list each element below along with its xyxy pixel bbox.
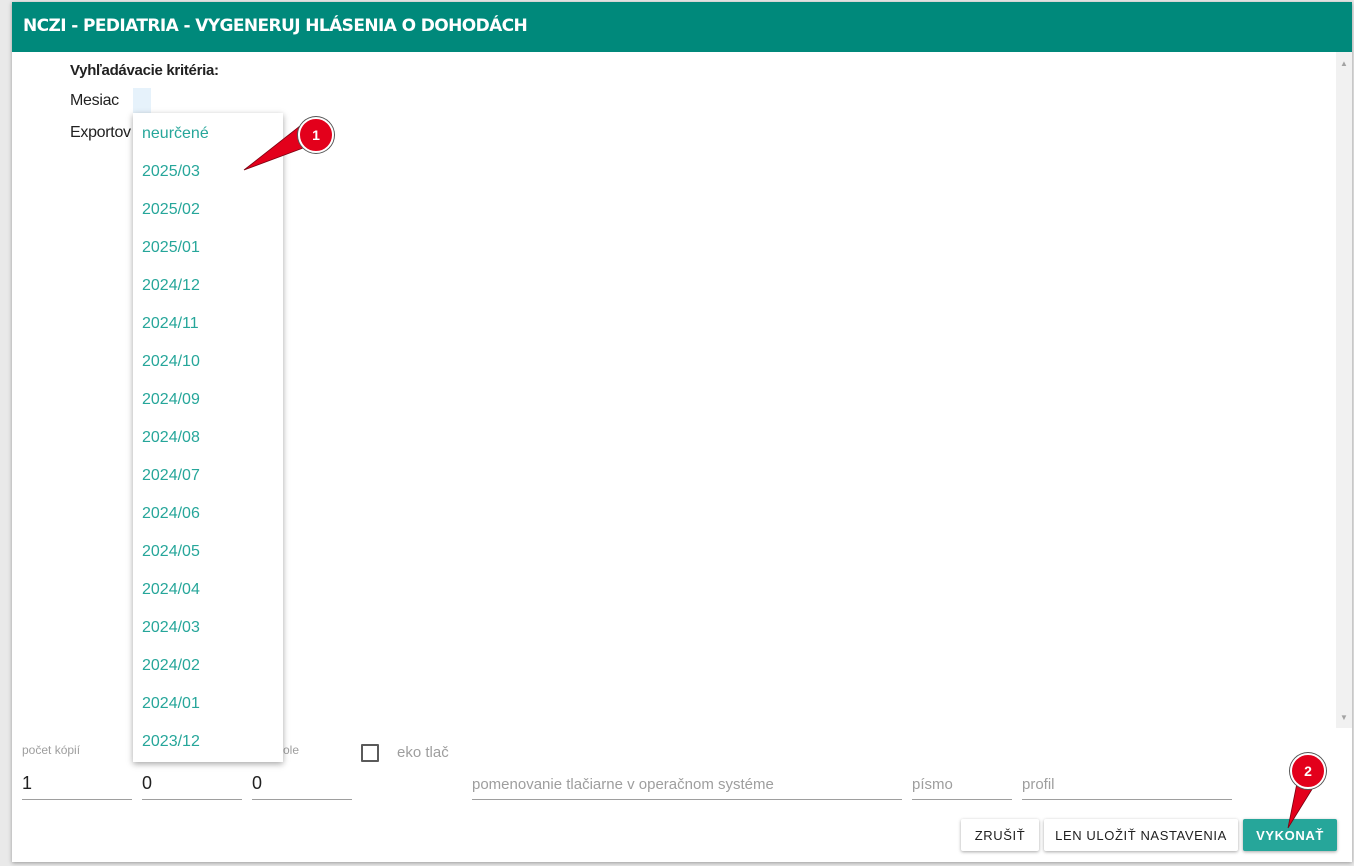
dropdown-option[interactable]: 2024/08 bbox=[133, 419, 283, 457]
scroll-down-icon[interactable]: ▼ bbox=[1336, 710, 1352, 726]
third-number-input[interactable] bbox=[252, 762, 352, 800]
dropdown-option[interactable]: 2025/02 bbox=[133, 191, 283, 229]
export-label: Exportov bbox=[70, 124, 131, 141]
dropdown-option[interactable]: 2024/02 bbox=[133, 647, 283, 685]
dropdown-option[interactable]: 2024/03 bbox=[133, 609, 283, 647]
profile-input[interactable] bbox=[1022, 762, 1232, 800]
month-dropdown: neurčené 2025/03 2025/02 2025/01 2024/12 2024… bbox=[133, 113, 283, 762]
printer-name-input[interactable] bbox=[472, 762, 902, 800]
eco-print-checkbox[interactable] bbox=[361, 744, 379, 762]
dropdown-option[interactable]: 2024/12 bbox=[133, 267, 283, 305]
execute-button[interactable]: VYKONAŤ bbox=[1243, 819, 1337, 851]
dropdown-option[interactable]: 2024/07 bbox=[133, 457, 283, 495]
dialog: NCZI - PEDIATRIA - VYGENERUJ HLÁSENIA O … bbox=[12, 2, 1352, 862]
dropdown-option[interactable]: 2024/01 bbox=[133, 685, 283, 723]
font-input[interactable] bbox=[912, 762, 1012, 800]
dropdown-option[interactable]: 2023/12 bbox=[133, 723, 283, 761]
dropdown-option[interactable]: 2025/01 bbox=[133, 229, 283, 267]
cancel-button[interactable]: ZRUŠIŤ bbox=[961, 819, 1039, 851]
dropdown-option[interactable]: 2024/11 bbox=[133, 305, 283, 343]
copies-input[interactable] bbox=[22, 762, 132, 800]
criteria-heading: Vyhľadávacie kritéria: bbox=[70, 62, 219, 79]
second-number-input[interactable] bbox=[142, 762, 242, 800]
copies-label: počet kópií bbox=[22, 743, 81, 757]
vertical-scrollbar[interactable]: ▲ ▼ bbox=[1336, 52, 1352, 728]
annotation-marker-1: 1 bbox=[298, 117, 334, 153]
scroll-up-icon[interactable]: ▲ bbox=[1336, 56, 1352, 72]
month-select[interactable] bbox=[133, 88, 151, 115]
dropdown-option[interactable]: 2024/04 bbox=[133, 571, 283, 609]
third-field-label: ole bbox=[283, 743, 300, 757]
annotation-marker-2: 2 bbox=[1290, 753, 1326, 789]
eco-print-label: eko tlač bbox=[397, 744, 449, 761]
dropdown-option[interactable]: neurčené bbox=[133, 115, 283, 153]
month-label: Mesiac bbox=[70, 92, 119, 109]
dropdown-option[interactable]: 2025/03 bbox=[133, 153, 283, 191]
dropdown-option[interactable]: 2024/10 bbox=[133, 343, 283, 381]
save-settings-button[interactable]: LEN ULOŽIŤ NASTAVENIA bbox=[1044, 819, 1238, 851]
dropdown-option[interactable]: 2024/06 bbox=[133, 495, 283, 533]
dropdown-option[interactable]: 2024/09 bbox=[133, 381, 283, 419]
dropdown-option[interactable]: 2024/05 bbox=[133, 533, 283, 571]
dialog-title: NCZI - PEDIATRIA - VYGENERUJ HLÁSENIA O … bbox=[12, 2, 1352, 52]
